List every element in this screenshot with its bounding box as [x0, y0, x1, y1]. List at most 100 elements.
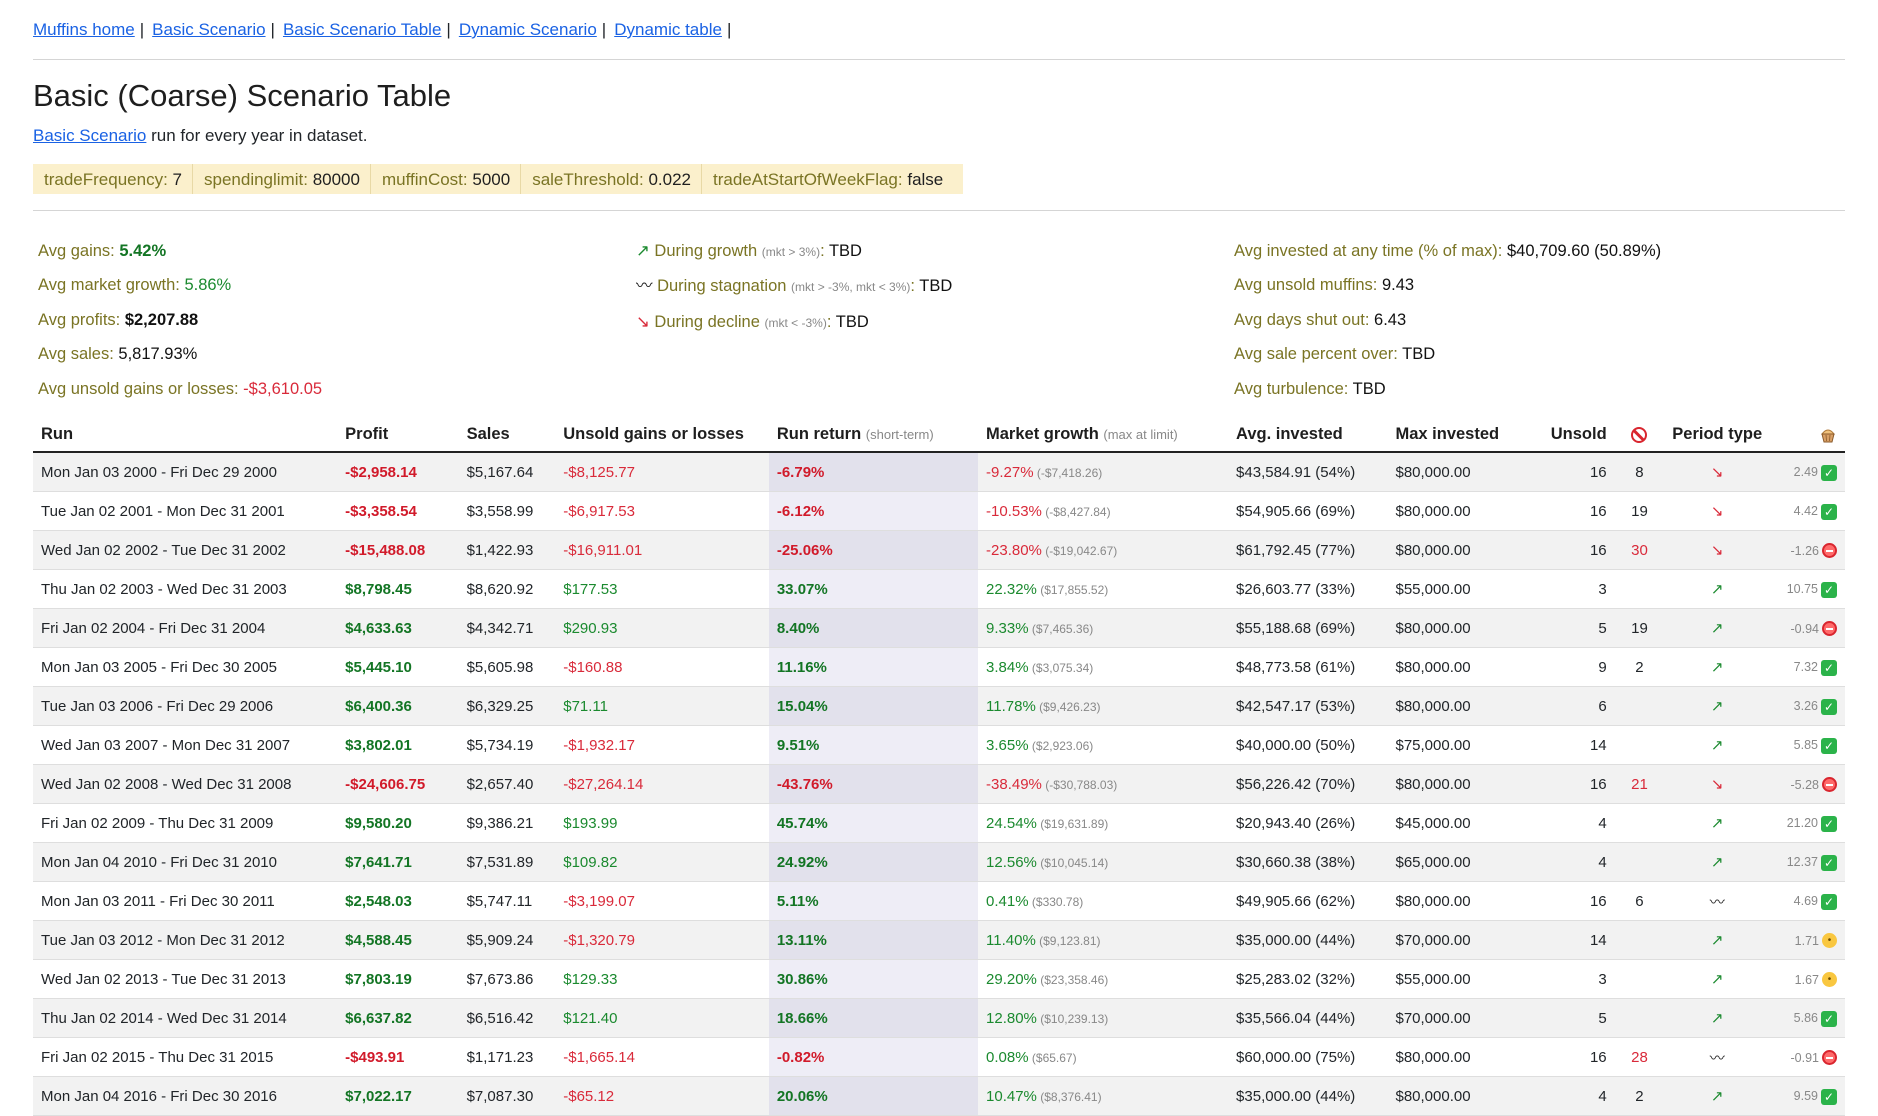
cell-unsold-count: 4	[1529, 803, 1615, 843]
col-sales[interactable]: Sales	[458, 418, 556, 453]
col-run[interactable]: Run	[33, 418, 338, 453]
cell-avg-invested: $55,188.68 (69%)	[1228, 608, 1388, 648]
cell-profit: $5,445.10	[337, 647, 459, 687]
cell-shut-out	[1614, 959, 1665, 999]
col-market-growth[interactable]: Market growth (max at limit)	[978, 418, 1229, 453]
cell-run-return: 18.66%	[768, 998, 979, 1038]
cell-sales: $2,657.40	[458, 764, 556, 804]
col-avg-invested[interactable]: Avg. invested	[1228, 418, 1388, 453]
cell-shut-out: 2	[1614, 647, 1665, 687]
cell-avg-invested: $42,547.17 (53%)	[1228, 686, 1388, 726]
table-row[interactable]: Wed Jan 02 2008 - Wed Dec 31 2008 -$24,60…	[33, 764, 1845, 804]
cell-run-return: 13.11%	[768, 920, 979, 960]
col-period-type[interactable]: Period type	[1664, 418, 1771, 453]
cell-max-invested: $80,000.00	[1387, 452, 1530, 492]
cell-market-growth: 0.08% ($65.67)	[978, 1037, 1229, 1077]
cell-shut-out: 30	[1614, 530, 1665, 570]
cell-score: 12.37 ✓	[1770, 842, 1845, 882]
col-score[interactable]	[1770, 418, 1845, 453]
cell-unsold-gains: $177.53	[555, 569, 769, 609]
cell-avg-invested: $60,000.00 (75%)	[1228, 1037, 1388, 1077]
no-entry-icon	[1822, 777, 1837, 793]
cell-shut-out: 19	[1614, 491, 1665, 531]
col-max-invested[interactable]: Max invested	[1387, 418, 1530, 453]
table-row[interactable]: Fri Jan 02 2015 - Thu Dec 31 2015 -$493.9…	[33, 1037, 1845, 1077]
cell-market-growth: 29.20% ($23,358.46)	[978, 959, 1229, 999]
cell-unsold-count: 14	[1529, 920, 1615, 960]
table-row[interactable]: Thu Jan 02 2003 - Wed Dec 31 2003 $8,798.…	[33, 569, 1845, 609]
table-row[interactable]: Mon Jan 04 2016 - Fri Dec 30 2016 $7,022.…	[33, 1076, 1845, 1116]
cell-profit: $6,400.36	[337, 686, 459, 726]
cell-profit: $7,641.71	[337, 842, 459, 882]
cell-period-type: ↘	[1664, 530, 1771, 570]
cell-market-growth: 12.80% ($10,239.13)	[978, 998, 1229, 1038]
cell-run: Tue Jan 03 2006 - Fri Dec 29 2006	[33, 686, 338, 726]
table-row[interactable]: Wed Jan 02 2002 - Tue Dec 31 2002 -$15,48…	[33, 530, 1845, 570]
cell-run-return: -0.82%	[768, 1037, 979, 1077]
cell-max-invested: $80,000.00	[1387, 1037, 1530, 1077]
nav-link-basic-scenario[interactable]: Basic Scenario	[152, 20, 265, 39]
nav-separator: |	[270, 20, 275, 39]
table-row[interactable]: Tue Jan 03 2006 - Fri Dec 29 2006 $6,400.…	[33, 686, 1845, 726]
table-row[interactable]: Thu Jan 02 2014 - Wed Dec 31 2014 $6,637.…	[33, 998, 1845, 1038]
nav-link-basic-scenario-table[interactable]: Basic Scenario Table	[283, 20, 441, 39]
table-row[interactable]: Mon Jan 04 2010 - Fri Dec 31 2010 $7,641.…	[33, 842, 1845, 882]
cell-profit: $7,803.19	[337, 959, 459, 999]
cell-max-invested: $45,000.00	[1387, 803, 1530, 843]
scenario-table: Run Profit Sales Unsold gains or losses …	[33, 418, 1845, 1116]
cell-run-return: 9.51%	[768, 725, 979, 765]
cell-sales: $9,386.21	[458, 803, 556, 843]
cell-unsold-gains: -$6,917.53	[555, 491, 769, 531]
cell-profit: -$24,606.75	[337, 764, 459, 804]
param-sale-threshold: saleThreshold: 0.022	[521, 164, 702, 194]
cell-market-growth: 22.32% ($17,855.52)	[978, 569, 1229, 609]
cell-score: 10.75 ✓	[1770, 569, 1845, 609]
cell-profit: $4,588.45	[337, 920, 459, 960]
col-shut-out[interactable]	[1614, 418, 1665, 453]
cell-market-growth: 3.65% ($2,923.06)	[978, 725, 1229, 765]
table-row[interactable]: Fri Jan 02 2009 - Thu Dec 31 2009 $9,580.…	[33, 803, 1845, 843]
col-unsold-gains[interactable]: Unsold gains or losses	[555, 418, 769, 453]
basic-scenario-link[interactable]: Basic Scenario	[33, 126, 146, 145]
table-row[interactable]: Tue Jan 02 2001 - Mon Dec 31 2001 -$3,358…	[33, 491, 1845, 531]
check-icon: ✓	[1821, 503, 1837, 520]
col-unsold-count[interactable]: Unsold	[1529, 418, 1615, 453]
cell-unsold-gains: -$65.12	[555, 1076, 769, 1116]
cell-market-growth: 3.84% ($3,075.34)	[978, 647, 1229, 687]
table-row[interactable]: Mon Jan 03 2000 - Fri Dec 29 2000 -$2,958…	[33, 452, 1845, 492]
table-row[interactable]: Mon Jan 03 2011 - Fri Dec 30 2011 $2,548.…	[33, 881, 1845, 921]
table-row[interactable]: Tue Jan 03 2012 - Mon Dec 31 2012 $4,588.…	[33, 920, 1845, 960]
arrow-up-icon: ↗	[636, 242, 650, 260]
divider	[33, 210, 1845, 211]
cell-unsold-count: 4	[1529, 1076, 1615, 1116]
cell-sales: $7,087.30	[458, 1076, 556, 1116]
table-row[interactable]: Wed Jan 03 2007 - Mon Dec 31 2007 $3,802.…	[33, 725, 1845, 765]
table-row[interactable]: Wed Jan 02 2013 - Tue Dec 31 2013 $7,803.…	[33, 959, 1845, 999]
table-row[interactable]: Fri Jan 02 2004 - Fri Dec 31 2004 $4,633.…	[33, 608, 1845, 648]
cell-market-growth: 12.56% ($10,045.14)	[978, 842, 1229, 882]
cell-unsold-count: 4	[1529, 842, 1615, 882]
cell-max-invested: $80,000.00	[1387, 608, 1530, 648]
col-profit[interactable]: Profit	[337, 418, 459, 453]
cell-shut-out: 21	[1614, 764, 1665, 804]
cell-shut-out: 19	[1614, 608, 1665, 648]
col-run-return[interactable]: Run return (short-term)	[768, 418, 979, 453]
nav-link-dynamic-scenario[interactable]: Dynamic Scenario	[459, 20, 597, 39]
nav-link-muffins-home[interactable]: Muffins home	[33, 20, 135, 39]
cell-run: Mon Jan 03 2005 - Fri Dec 30 2005	[33, 647, 338, 687]
no-entry-icon	[1822, 1050, 1837, 1066]
cell-profit: $4,633.63	[337, 608, 459, 648]
cell-run: Wed Jan 03 2007 - Mon Dec 31 2007	[33, 725, 338, 765]
cell-score: 1.67 •	[1770, 959, 1845, 999]
cell-avg-invested: $40,000.00 (50%)	[1228, 725, 1388, 765]
stat-avg-unsold-muffins: Avg unsold muffins: 9.43	[1234, 276, 1415, 295]
worried-face-icon: •	[1822, 972, 1837, 988]
cell-score: 2.49 ✓	[1770, 452, 1845, 492]
cell-sales: $5,167.64	[458, 452, 556, 492]
table-row[interactable]: Mon Jan 03 2005 - Fri Dec 30 2005 $5,445.…	[33, 647, 1845, 687]
cell-score: -0.91	[1770, 1037, 1845, 1077]
cell-max-invested: $80,000.00	[1387, 686, 1530, 726]
nav-link-dynamic-table[interactable]: Dynamic table	[614, 20, 722, 39]
cell-unsold-gains: -$3,199.07	[555, 881, 769, 921]
cell-score: 4.42 ✓	[1770, 491, 1845, 531]
